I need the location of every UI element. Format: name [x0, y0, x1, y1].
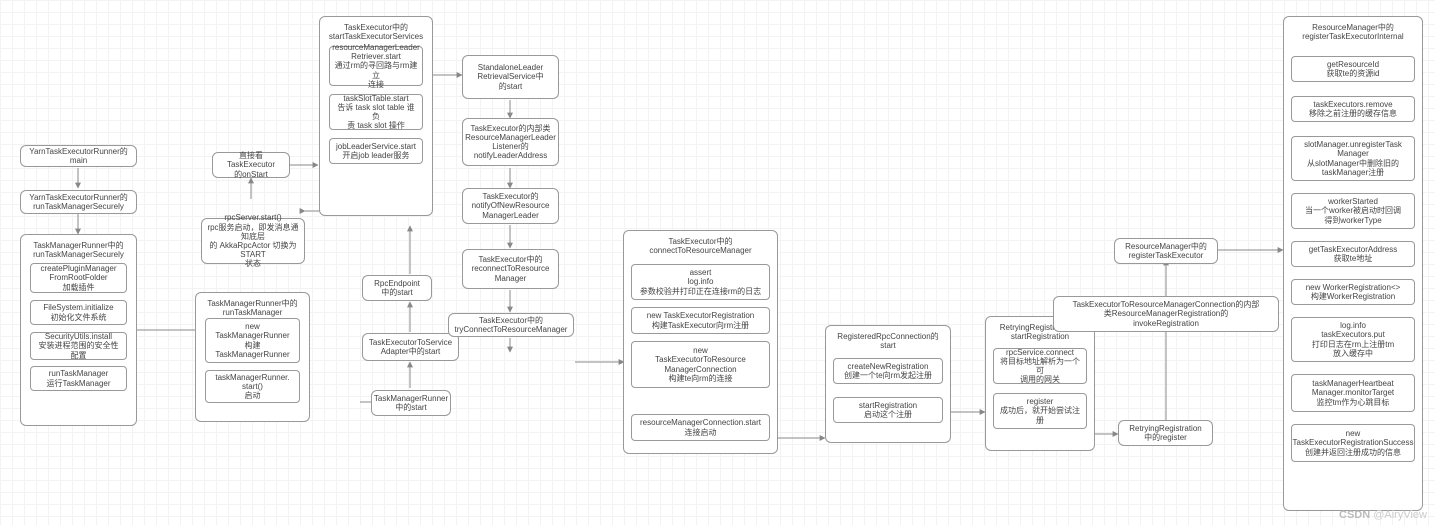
group-title: TaskManagerRunner中的runTaskManagerSecurel…: [26, 241, 131, 259]
node-rpcendpoint-start: RpcEndpoint中的start: [362, 275, 432, 301]
node-tmr-start: TaskManagerRunner中的start: [371, 390, 451, 416]
child-new-taskmanagerrunner: newTaskManagerRunner构建TaskManagerRunner: [205, 318, 300, 363]
child-register: register成功后，就开始尝试注册: [993, 393, 1087, 429]
child-rml-retriever-start: resourceManagerLeaderRetriever.start通过rm…: [329, 46, 423, 86]
child-heartbeat-monitor: taskManagerHeartbeatManager.monitorTarge…: [1291, 374, 1415, 412]
child-new-te-rm-connection: newTaskExecutorToResourceManagerConnecti…: [631, 341, 770, 388]
group-title: RegisteredRpcConnection的start: [831, 332, 945, 350]
child-jobleaderservice-start: jobLeaderService.start开启job leader服务: [329, 138, 423, 164]
child-new-te-registration: new TaskExecutorRegistration构建TaskExecut…: [631, 307, 770, 334]
node-registertaskexecutor: ResourceManager中的registerTaskExecutor: [1114, 238, 1218, 264]
node-standaloneleader-retrieval: StandaloneLeaderRetrievalService中的start: [462, 55, 559, 99]
child-createpluginmanager: createPluginManagerFromRootFolder加载插件: [30, 263, 127, 293]
child-createnewregistration: createNewRegistration创建一个te向rm发起注册: [833, 358, 943, 384]
watermark: CSDN @AiryView: [1339, 509, 1427, 521]
child-workerstarted: workerStarted当一个worker被启动时回调得到workerType: [1291, 193, 1415, 229]
child-registration-success: newTaskExecutorRegistrationSuccess创建并返回注…: [1291, 424, 1415, 462]
child-slotmanager-unregister: slotManager.unregisterTaskManager从slotMa…: [1291, 136, 1415, 181]
child-runtaskmanager: runTaskManager运行TaskManager: [30, 366, 127, 391]
child-new-workerregistration: new WorkerRegistration<>构建WorkerRegistra…: [1291, 279, 1415, 305]
node-notify-new-rml: TaskExecutor的notifyOfNewResourceManagerL…: [462, 188, 559, 224]
child-startregistration: startRegistration启动这个注册: [833, 397, 943, 423]
child-rpcservice-connect: rpcService.connect将目标地址解析为一个可调用的网关: [993, 348, 1087, 384]
node-retryingregistration-register: RetryingRegistration中的register: [1118, 420, 1213, 446]
child-tmr-start: taskManagerRunner.start()启动: [205, 370, 300, 403]
node-onstart: 直接看TaskExecutor的onStart: [212, 152, 290, 178]
child-rm-connection-start: resourceManagerConnection.start连接启动: [631, 414, 770, 441]
group-title: TaskExecutor中的connectToResourceManager: [629, 237, 772, 255]
child-assert-log: assertlog.info参数校验并打印正在连接rm的日志: [631, 264, 770, 300]
group-title: ResourceManager中的registerTaskExecutorInt…: [1289, 23, 1417, 41]
node-rpcserver-start: rpcServer.start()rpc服务启动，即发消息通知底层的 AkkaR…: [201, 218, 305, 264]
node-runtaskmanagersecurely: YarnTaskExecutorRunner的runTaskManagerSec…: [20, 190, 137, 214]
child-loginfo-put: log.infotaskExecutors.put打印日志在rm上注册tm放入缓…: [1291, 317, 1415, 362]
group-title: TaskExecutor中的startTaskExecutorServices: [325, 23, 427, 41]
child-filesystem-initialize: FileSystem.initialize初始化文件系统: [30, 300, 127, 325]
child-securityutils-install: SecurityUtils.install安装进程范围的安全性配置: [30, 332, 127, 360]
node-reconnect-rm: TaskExecutor中的reconnectToResourceManager: [462, 249, 559, 289]
child-taskexecutors-remove: taskExecutors.remove移除之前注册的缓存信息: [1291, 96, 1415, 122]
group-title: TaskManagerRunner中的runTaskManager: [201, 299, 304, 317]
child-taskslottable-start: taskSlotTable.start告诉 task slot table 谁负…: [329, 94, 423, 130]
node-adapter-start: TaskExecutorToServiceAdapter中的start: [362, 333, 459, 361]
child-gettaskexecutoraddress: getTaskExecutorAddress获取te地址: [1291, 241, 1415, 267]
child-getresourceid: getResourceId获取te的资源id: [1291, 56, 1415, 82]
node-invokeregistration: TaskExecutorToResourceManagerConnection的…: [1053, 296, 1279, 332]
node-tryconnect-rm: TaskExecutor中的tryConnectToResourceManage…: [448, 313, 574, 337]
group-registeredrpcconnection-start: RegisteredRpcConnection的start: [825, 325, 951, 443]
node-yarntaskexecutorrunner-main: YarnTaskExecutorRunner的main: [20, 145, 137, 167]
node-rml-listener-notify: TaskExecutor的内部类ResourceManagerLeaderLis…: [462, 118, 559, 166]
